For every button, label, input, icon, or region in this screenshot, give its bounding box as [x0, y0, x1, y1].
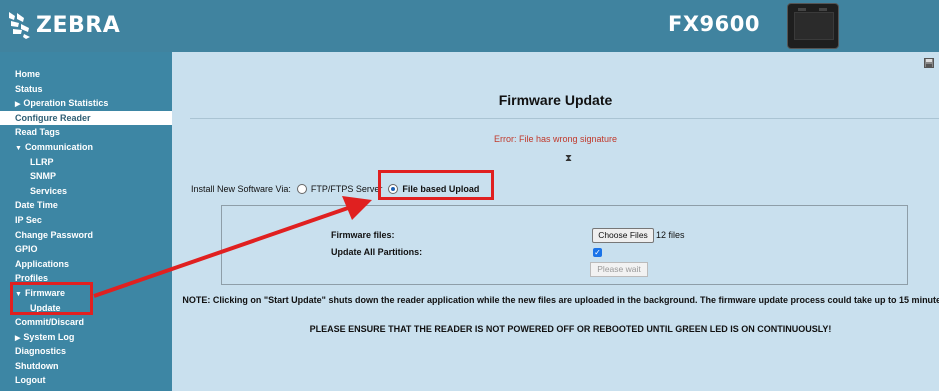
- ftp-option-label[interactable]: FTP/FTPS Server: [311, 184, 383, 194]
- annotation-highlight-firmware: [10, 282, 93, 315]
- sidebar-item-label: Communication: [24, 141, 93, 152]
- sidebar-item-llrp[interactable]: LLRP: [0, 155, 172, 170]
- choose-files-button[interactable]: Choose Files: [592, 228, 654, 243]
- please-wait-button[interactable]: Please wait: [590, 262, 648, 277]
- upload-panel: [221, 205, 908, 285]
- save-icon[interactable]: [924, 58, 934, 71]
- files-count: 12 files: [656, 230, 685, 240]
- sidebar-item-shutdown[interactable]: Shutdown: [0, 359, 172, 374]
- sidebar-item-logout[interactable]: Logout: [0, 373, 172, 388]
- sidebar-item-label: Operation Statistics: [23, 98, 109, 109]
- sidebar-item-label: SNMP: [30, 171, 57, 182]
- sidebar-item-label: IP Sec: [15, 214, 42, 225]
- sidebar-item-date-time[interactable]: Date Time: [0, 198, 172, 213]
- sidebar-item-label: Logout: [15, 375, 46, 386]
- sidebar-item-communication[interactable]: ▼ Communication: [0, 140, 172, 155]
- ftp-radio[interactable]: [296, 184, 307, 194]
- update-note: NOTE: Clicking on "Start Update" shuts d…: [182, 295, 939, 305]
- zebra-logo[interactable]: ZEBRA: [6, 8, 120, 42]
- collapsed-arrow-icon[interactable]: ▶: [15, 335, 20, 342]
- sidebar-item-snmp[interactable]: SNMP: [0, 169, 172, 184]
- sidebar-item-home[interactable]: Home: [0, 67, 172, 82]
- sidebar-item-configure-reader[interactable]: Configure Reader: [0, 110, 172, 126]
- sidebar-item-applications[interactable]: Applications: [0, 257, 172, 272]
- expand-arrow-icon[interactable]: ▼: [15, 145, 22, 152]
- sidebar-item-label: System Log: [23, 331, 75, 342]
- sidebar-item-diagnostics[interactable]: Diagnostics: [0, 344, 172, 359]
- main-content: Firmware Update Error: File has wrong si…: [172, 52, 939, 391]
- update-all-checkbox[interactable]: ✓: [593, 248, 602, 257]
- sidebar-item-label: Change Password: [15, 229, 94, 240]
- sidebar-item-system-log[interactable]: ▶ System Log: [0, 330, 172, 345]
- sidebar-item-status[interactable]: Status: [0, 82, 172, 97]
- sidebar-item-label: LLRP: [30, 156, 54, 167]
- sidebar-item-gpio[interactable]: GPIO: [0, 242, 172, 257]
- sidebar-item-ip-sec[interactable]: IP Sec: [0, 213, 172, 228]
- sidebar-item-read-tags[interactable]: Read Tags: [0, 125, 172, 140]
- error-message: Error: File has wrong signature: [493, 134, 618, 144]
- zebra-head-icon: [9, 12, 30, 39]
- sidebar-item-label: Applications: [15, 258, 70, 269]
- reader-device-image: [787, 3, 839, 49]
- sidebar-item-label: Shutdown: [15, 360, 59, 371]
- sidebar-item-label: Services: [30, 185, 68, 196]
- sidebar-item-operation-statistics[interactable]: ▶ Operation Statistics: [0, 96, 172, 111]
- header-bar: ZEBRA FX9600: [0, 0, 939, 52]
- sidebar-item-change-password[interactable]: Change Password: [0, 228, 172, 243]
- brand-name: ZEBRA: [36, 12, 121, 38]
- sidebar-item-services[interactable]: Services: [0, 184, 172, 199]
- sidebar-item-label: Read Tags: [15, 127, 60, 138]
- annotation-highlight-file-upload: [378, 170, 494, 200]
- update-all-label: Update All Partitions:: [331, 247, 423, 257]
- sidebar-item-label: Home: [15, 69, 41, 79]
- sidebar-item-commit-discard[interactable]: Commit/Discard: [0, 315, 172, 330]
- sidebar-item-label: Date Time: [15, 200, 58, 211]
- hourglass-icon: ⧗: [565, 153, 573, 164]
- collapsed-arrow-icon[interactable]: ▶: [15, 101, 20, 108]
- sidebar-nav: Home Status ▶ Operation Statistics Configure…: [0, 52, 172, 391]
- sidebar-item-label: Status: [15, 83, 43, 94]
- page-title: Firmware Update: [498, 92, 613, 108]
- firmware-files-label: Firmware files:: [331, 230, 395, 240]
- reader-model: FX9600: [668, 12, 760, 36]
- install-label: Install New Software Via:: [191, 184, 291, 194]
- sidebar-item-label: Diagnostics: [15, 346, 67, 357]
- sidebar-item-label: GPIO: [15, 244, 38, 255]
- power-warning: PLEASE ENSURE THAT THE READER IS NOT POW…: [309, 324, 832, 334]
- divider: [190, 118, 939, 119]
- sidebar-item-label: Commit/Discard: [15, 317, 85, 328]
- sidebar-item-label: Configure Reader: [15, 112, 91, 123]
